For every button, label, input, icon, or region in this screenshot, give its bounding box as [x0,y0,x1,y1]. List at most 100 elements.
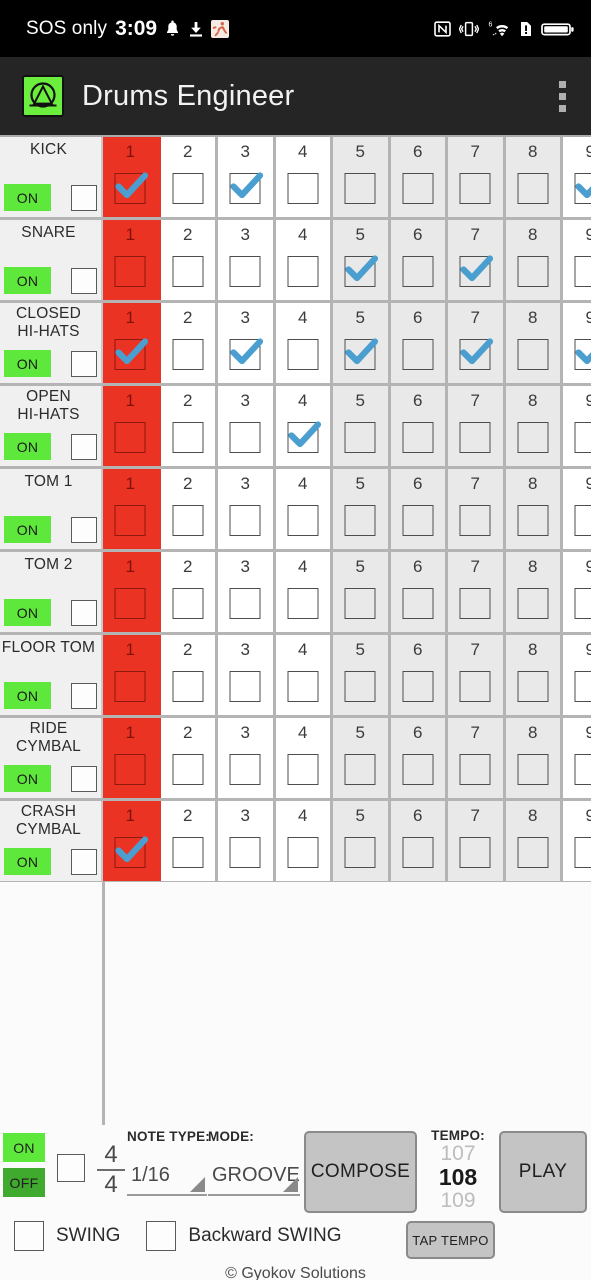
step-cell[interactable]: 6 [390,801,448,881]
step-cell[interactable]: 1 [103,552,161,632]
step-cell[interactable]: 5 [333,220,391,300]
step-checkbox[interactable] [114,505,146,536]
step-checkbox[interactable] [517,256,549,287]
step-checkbox[interactable] [114,172,149,204]
step-checkbox[interactable] [229,172,264,204]
step-cell[interactable]: 2 [160,386,218,466]
step-checkbox[interactable] [287,671,319,702]
step-checkbox[interactable] [459,754,491,785]
mode-spinner[interactable]: GROOVE [208,1158,300,1196]
step-checkbox[interactable] [402,671,434,702]
time-signature[interactable]: 4 4 [94,1143,128,1197]
step-checkbox[interactable] [287,173,319,204]
note-type-spinner[interactable]: 1/16 [127,1158,207,1196]
step-checkbox[interactable] [172,837,204,868]
step-cell[interactable]: 1 [103,469,161,549]
step-checkbox[interactable] [229,671,261,702]
step-cell[interactable]: 2 [160,801,218,881]
step-checkbox[interactable] [114,588,146,619]
step-cell[interactable]: 3 [218,552,276,632]
step-checkbox[interactable] [459,588,491,619]
step-checkbox[interactable] [229,338,264,370]
step-checkbox[interactable] [574,754,591,785]
step-cell[interactable]: 2 [160,137,218,217]
step-cell[interactable]: 1 [103,718,161,798]
step-cell[interactable]: 1 [103,303,161,383]
step-checkbox[interactable] [344,255,379,287]
step-checkbox[interactable] [459,505,491,536]
drum-solo-checkbox[interactable] [71,350,97,377]
step-cell[interactable]: 7 [448,137,506,217]
step-cell[interactable]: 3 [218,220,276,300]
step-cell[interactable]: 2 [160,220,218,300]
step-cell[interactable]: 8 [505,718,563,798]
step-cell[interactable]: 7 [448,718,506,798]
step-cell[interactable]: 8 [505,386,563,466]
step-checkbox[interactable] [459,671,491,702]
step-cell[interactable]: 2 [160,469,218,549]
step-cell[interactable]: 6 [390,552,448,632]
step-cell-partial[interactable]: 9 [563,220,591,300]
drum-enable-button[interactable]: ON [4,184,51,211]
power-off-button[interactable]: OFF [3,1168,45,1197]
step-checkbox[interactable] [517,837,549,868]
step-checkbox[interactable] [402,588,434,619]
step-cell[interactable]: 6 [390,220,448,300]
drum-solo-checkbox[interactable] [71,516,97,543]
step-cell[interactable]: 4 [275,552,333,632]
drum-enable-button[interactable]: ON [4,682,51,709]
step-checkbox[interactable] [287,505,319,536]
step-cell[interactable]: 3 [218,635,276,715]
step-cell[interactable]: 3 [218,303,276,383]
step-cell[interactable]: 2 [160,718,218,798]
step-cell[interactable]: 8 [505,220,563,300]
step-cell[interactable]: 8 [505,552,563,632]
step-checkbox[interactable] [574,339,591,370]
step-cell-partial[interactable]: 9 [563,801,591,881]
step-cell-partial[interactable]: 9 [563,635,591,715]
step-cell[interactable]: 4 [275,303,333,383]
step-checkbox[interactable] [172,173,204,204]
step-checkbox[interactable] [114,754,146,785]
drum-enable-button[interactable]: ON [4,599,51,626]
step-cell[interactable]: 8 [505,801,563,881]
step-checkbox[interactable] [459,255,494,287]
step-checkbox[interactable] [344,338,379,370]
step-cell[interactable]: 5 [333,303,391,383]
step-cell-partial[interactable]: 9 [563,469,591,549]
step-cell[interactable]: 5 [333,718,391,798]
step-checkbox[interactable] [229,837,261,868]
step-checkbox[interactable] [517,173,549,204]
step-cell[interactable]: 7 [448,220,506,300]
step-checkbox[interactable] [574,837,591,868]
tempo-previous-value[interactable]: 107 [421,1143,495,1165]
drum-solo-checkbox[interactable] [71,599,97,626]
step-checkbox[interactable] [459,422,491,453]
step-cell-partial[interactable]: 9 [563,386,591,466]
step-checkbox[interactable] [517,671,549,702]
step-checkbox[interactable] [287,339,319,370]
step-checkbox[interactable] [114,671,146,702]
step-cell[interactable]: 1 [103,635,161,715]
step-checkbox[interactable] [172,754,204,785]
drum-enable-button[interactable]: ON [4,848,51,875]
step-checkbox[interactable] [344,754,376,785]
step-cell[interactable]: 6 [390,635,448,715]
step-checkbox[interactable] [402,339,434,370]
step-checkbox[interactable] [229,505,261,536]
step-cell-partial[interactable]: 9 [563,718,591,798]
step-checkbox[interactable] [517,588,549,619]
step-checkbox[interactable] [402,422,434,453]
step-cell-partial[interactable]: 9 [563,303,591,383]
step-checkbox[interactable] [229,256,261,287]
drum-solo-checkbox[interactable] [71,267,97,294]
drum-solo-checkbox[interactable] [71,765,97,792]
step-cell[interactable]: 2 [160,635,218,715]
drum-solo-checkbox[interactable] [71,184,97,211]
step-cell[interactable]: 5 [333,552,391,632]
step-checkbox[interactable] [402,505,434,536]
drum-solo-checkbox[interactable] [71,433,97,460]
tempo-picker[interactable]: TEMPO: 107 108 109 [421,1128,495,1207]
step-cell[interactable]: 4 [275,801,333,881]
step-checkbox[interactable] [574,505,591,536]
